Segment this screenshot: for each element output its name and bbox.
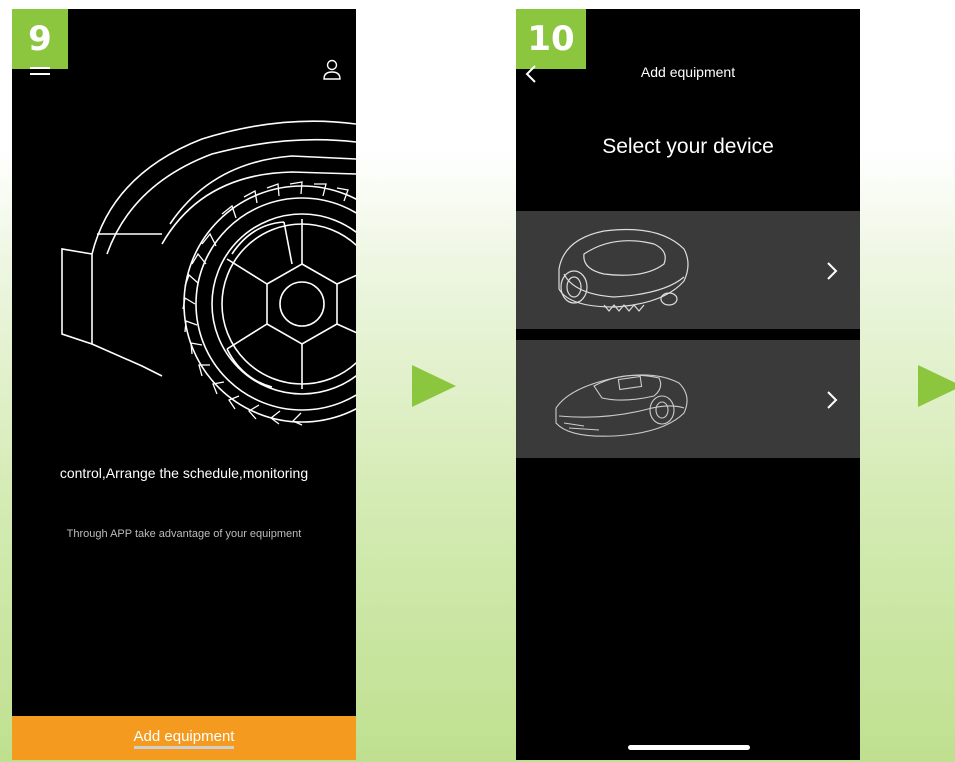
header-title: Add equipment: [640, 64, 736, 80]
phone-screen-10: 10 Add equipment Select your device: [516, 9, 860, 760]
chevron-right-icon: [826, 261, 838, 286]
user-icon[interactable]: [322, 59, 342, 86]
feature-subline: Through APP take advantage of your equip…: [66, 528, 302, 540]
device-option-2[interactable]: [516, 340, 860, 458]
add-equipment-label: Add equipment: [133, 728, 235, 749]
play-arrow-icon: [412, 365, 456, 412]
mower-illustration: [52, 104, 356, 449]
mower-device-1-image: [544, 219, 694, 329]
device-option-1[interactable]: [516, 211, 860, 329]
step-badge-9: 9: [12, 9, 68, 69]
home-indicator: [628, 745, 750, 750]
add-equipment-button[interactable]: Add equipment: [12, 716, 356, 760]
play-arrow-icon: [918, 365, 955, 412]
back-icon[interactable]: [524, 64, 538, 89]
mower-device-2-image: [544, 348, 694, 458]
phone-screen-9: 9 control,Arrange the schedule,monitorin…: [12, 9, 356, 760]
chevron-right-icon: [826, 390, 838, 415]
menu-icon[interactable]: [30, 67, 50, 79]
step-badge-10: 10: [516, 9, 586, 69]
feature-tagline: control,Arrange the schedule,monitoring: [59, 465, 309, 481]
select-device-heading: Select your device: [602, 135, 774, 158]
